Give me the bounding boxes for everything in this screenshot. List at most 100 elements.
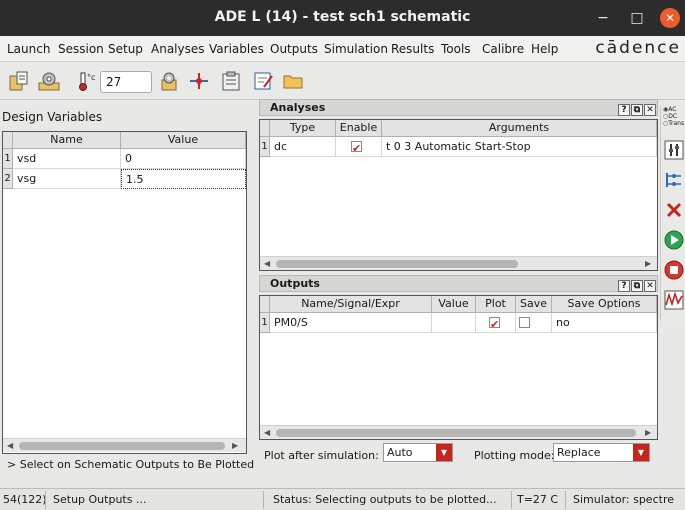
menu-launch[interactable]: Launch (7, 42, 50, 56)
design-variables-table: Name Value 1 vsd 0 2 vsg 1.5 ◀ ▶ (2, 131, 247, 454)
output-plot-cell[interactable] (476, 313, 516, 333)
horizontal-scrollbar[interactable]: ◀ ▶ (3, 438, 246, 452)
menu-tools[interactable]: Tools (441, 42, 471, 56)
output-save-options-cell[interactable]: no (552, 313, 657, 333)
temperature-input[interactable]: 27 (100, 71, 152, 93)
scroll-thumb[interactable] (276, 429, 636, 437)
corner-header (3, 132, 13, 149)
outputs-panel-header: Outputs ? ⧉ ✕ (259, 275, 658, 292)
netlist-icon[interactable] (664, 170, 684, 190)
save-checkbox[interactable] (519, 317, 530, 328)
plot-after-simulation-select[interactable]: Auto ▼ (383, 443, 453, 462)
window-title: ADE L (14) - test sch1 schematic (214, 9, 471, 25)
close-button[interactable]: ✕ (660, 8, 680, 28)
menu-outputs[interactable]: Outputs (270, 42, 318, 56)
clipboard-icon[interactable] (220, 70, 242, 92)
maximize-button[interactable]: □ (627, 8, 647, 28)
variable-name-cell[interactable]: vsg (13, 169, 121, 189)
tune-icon[interactable] (664, 140, 684, 160)
scroll-thumb[interactable] (19, 442, 225, 450)
analysis-arguments-cell[interactable]: t 0 3 Automatic Start-Stop (382, 137, 657, 157)
float-icon[interactable]: ⧉ (631, 280, 643, 292)
column-header-enable[interactable]: Enable (336, 120, 382, 137)
status-bar: 54(122) Setup Outputs ... Status: Select… (0, 488, 685, 510)
row-number: 1 (260, 313, 270, 333)
menu-help[interactable]: Help (531, 42, 558, 56)
scroll-left-icon[interactable]: ◀ (264, 426, 270, 440)
plot-checkbox[interactable] (489, 315, 500, 332)
float-icon[interactable]: ⧉ (631, 104, 643, 116)
output-save-cell[interactable] (516, 313, 552, 333)
menu-results[interactable]: Results (391, 42, 434, 56)
plot-after-simulation-label: Plot after simulation: (264, 449, 379, 462)
close-icon[interactable]: ✕ (644, 280, 656, 292)
help-icon[interactable]: ? (618, 280, 630, 292)
scroll-left-icon[interactable]: ◀ (264, 257, 270, 271)
scroll-right-icon[interactable]: ▶ (645, 426, 651, 440)
menu-variables[interactable]: Variables (209, 42, 264, 56)
horizontal-scrollbar[interactable]: ◀ ▶ (260, 425, 657, 439)
scroll-left-icon[interactable]: ◀ (7, 439, 13, 453)
column-header-save-options[interactable]: Save Options (552, 296, 657, 313)
plotting-mode-label: Plotting mode: (474, 449, 555, 462)
design-variables-title: Design Variables (2, 110, 103, 124)
row-number: 1 (3, 149, 13, 169)
settings-icon[interactable] (158, 70, 180, 92)
variable-name-cell[interactable]: vsd (13, 149, 121, 169)
horizontal-scrollbar[interactable]: ◀ ▶ (260, 256, 657, 270)
column-header-type[interactable]: Type (270, 120, 336, 137)
column-header-value[interactable]: Value (121, 132, 246, 149)
setup-icon[interactable] (38, 70, 60, 92)
column-header-arguments[interactable]: Arguments (382, 120, 657, 137)
corner-header (260, 120, 270, 137)
toolbar: °c 27 (0, 62, 685, 100)
variable-value-cell[interactable]: 0 (121, 149, 246, 169)
radio-dc[interactable]: ○DC (663, 113, 684, 120)
split-icon[interactable] (188, 70, 210, 92)
outputs-title: Outputs (270, 277, 320, 290)
title-bar: ADE L (14) - test sch1 schematic − □ ✕ (0, 0, 685, 36)
menu-calibre[interactable]: Calibre (482, 42, 524, 56)
corner-header (260, 296, 270, 313)
radio-trans[interactable]: ○Trans (663, 120, 684, 127)
analyses-title: Analyses (270, 101, 326, 114)
help-icon[interactable]: ? (618, 104, 630, 116)
column-header-plot[interactable]: Plot (476, 296, 516, 313)
radio-ac[interactable]: ◉AC (663, 106, 684, 113)
close-icon[interactable]: ✕ (644, 104, 656, 116)
scroll-right-icon[interactable]: ▶ (645, 257, 651, 271)
column-header-value[interactable]: Value (432, 296, 476, 313)
status-counter: 54(122) (0, 491, 46, 509)
variable-value-cell[interactable]: 1.5 (121, 169, 246, 189)
menu-simulation[interactable]: Simulation (324, 42, 388, 56)
edit-icon[interactable] (252, 70, 274, 92)
column-header-save[interactable]: Save (516, 296, 552, 313)
output-value-cell[interactable] (432, 313, 476, 333)
plotting-mode-value: Replace (557, 446, 601, 459)
analysis-radio-group[interactable]: ◉AC ○DC ○Trans (663, 106, 684, 127)
stop-simulation-icon[interactable] (664, 260, 684, 280)
open-state-icon[interactable] (8, 70, 30, 92)
analysis-type-cell[interactable]: dc (270, 137, 336, 157)
enable-checkbox[interactable] (351, 139, 362, 156)
analysis-enable-cell[interactable] (336, 137, 382, 157)
chevron-down-icon[interactable]: ▼ (436, 444, 452, 461)
plot-outputs-icon[interactable] (664, 290, 684, 310)
menu-bar: Launch Session Setup Analyses Variables … (0, 36, 685, 62)
plotting-mode-select[interactable]: Replace ▼ (553, 443, 650, 462)
column-header-name[interactable]: Name (13, 132, 121, 149)
cadence-logo: cādence (595, 38, 681, 58)
menu-analyses[interactable]: Analyses (151, 42, 205, 56)
scroll-right-icon[interactable]: ▶ (232, 439, 238, 453)
minimize-button[interactable]: − (593, 8, 613, 28)
column-header-name-signal-expr[interactable]: Name/Signal/Expr (270, 296, 432, 313)
menu-session[interactable]: Session (58, 42, 104, 56)
delete-icon[interactable] (664, 200, 684, 220)
folder-icon[interactable] (282, 70, 304, 92)
row-number: 2 (3, 169, 13, 189)
menu-setup[interactable]: Setup (108, 42, 143, 56)
scroll-thumb[interactable] (276, 260, 518, 268)
chevron-down-icon[interactable]: ▼ (633, 444, 649, 461)
run-simulation-icon[interactable] (664, 230, 684, 250)
output-name-cell[interactable]: PM0/S (270, 313, 432, 333)
